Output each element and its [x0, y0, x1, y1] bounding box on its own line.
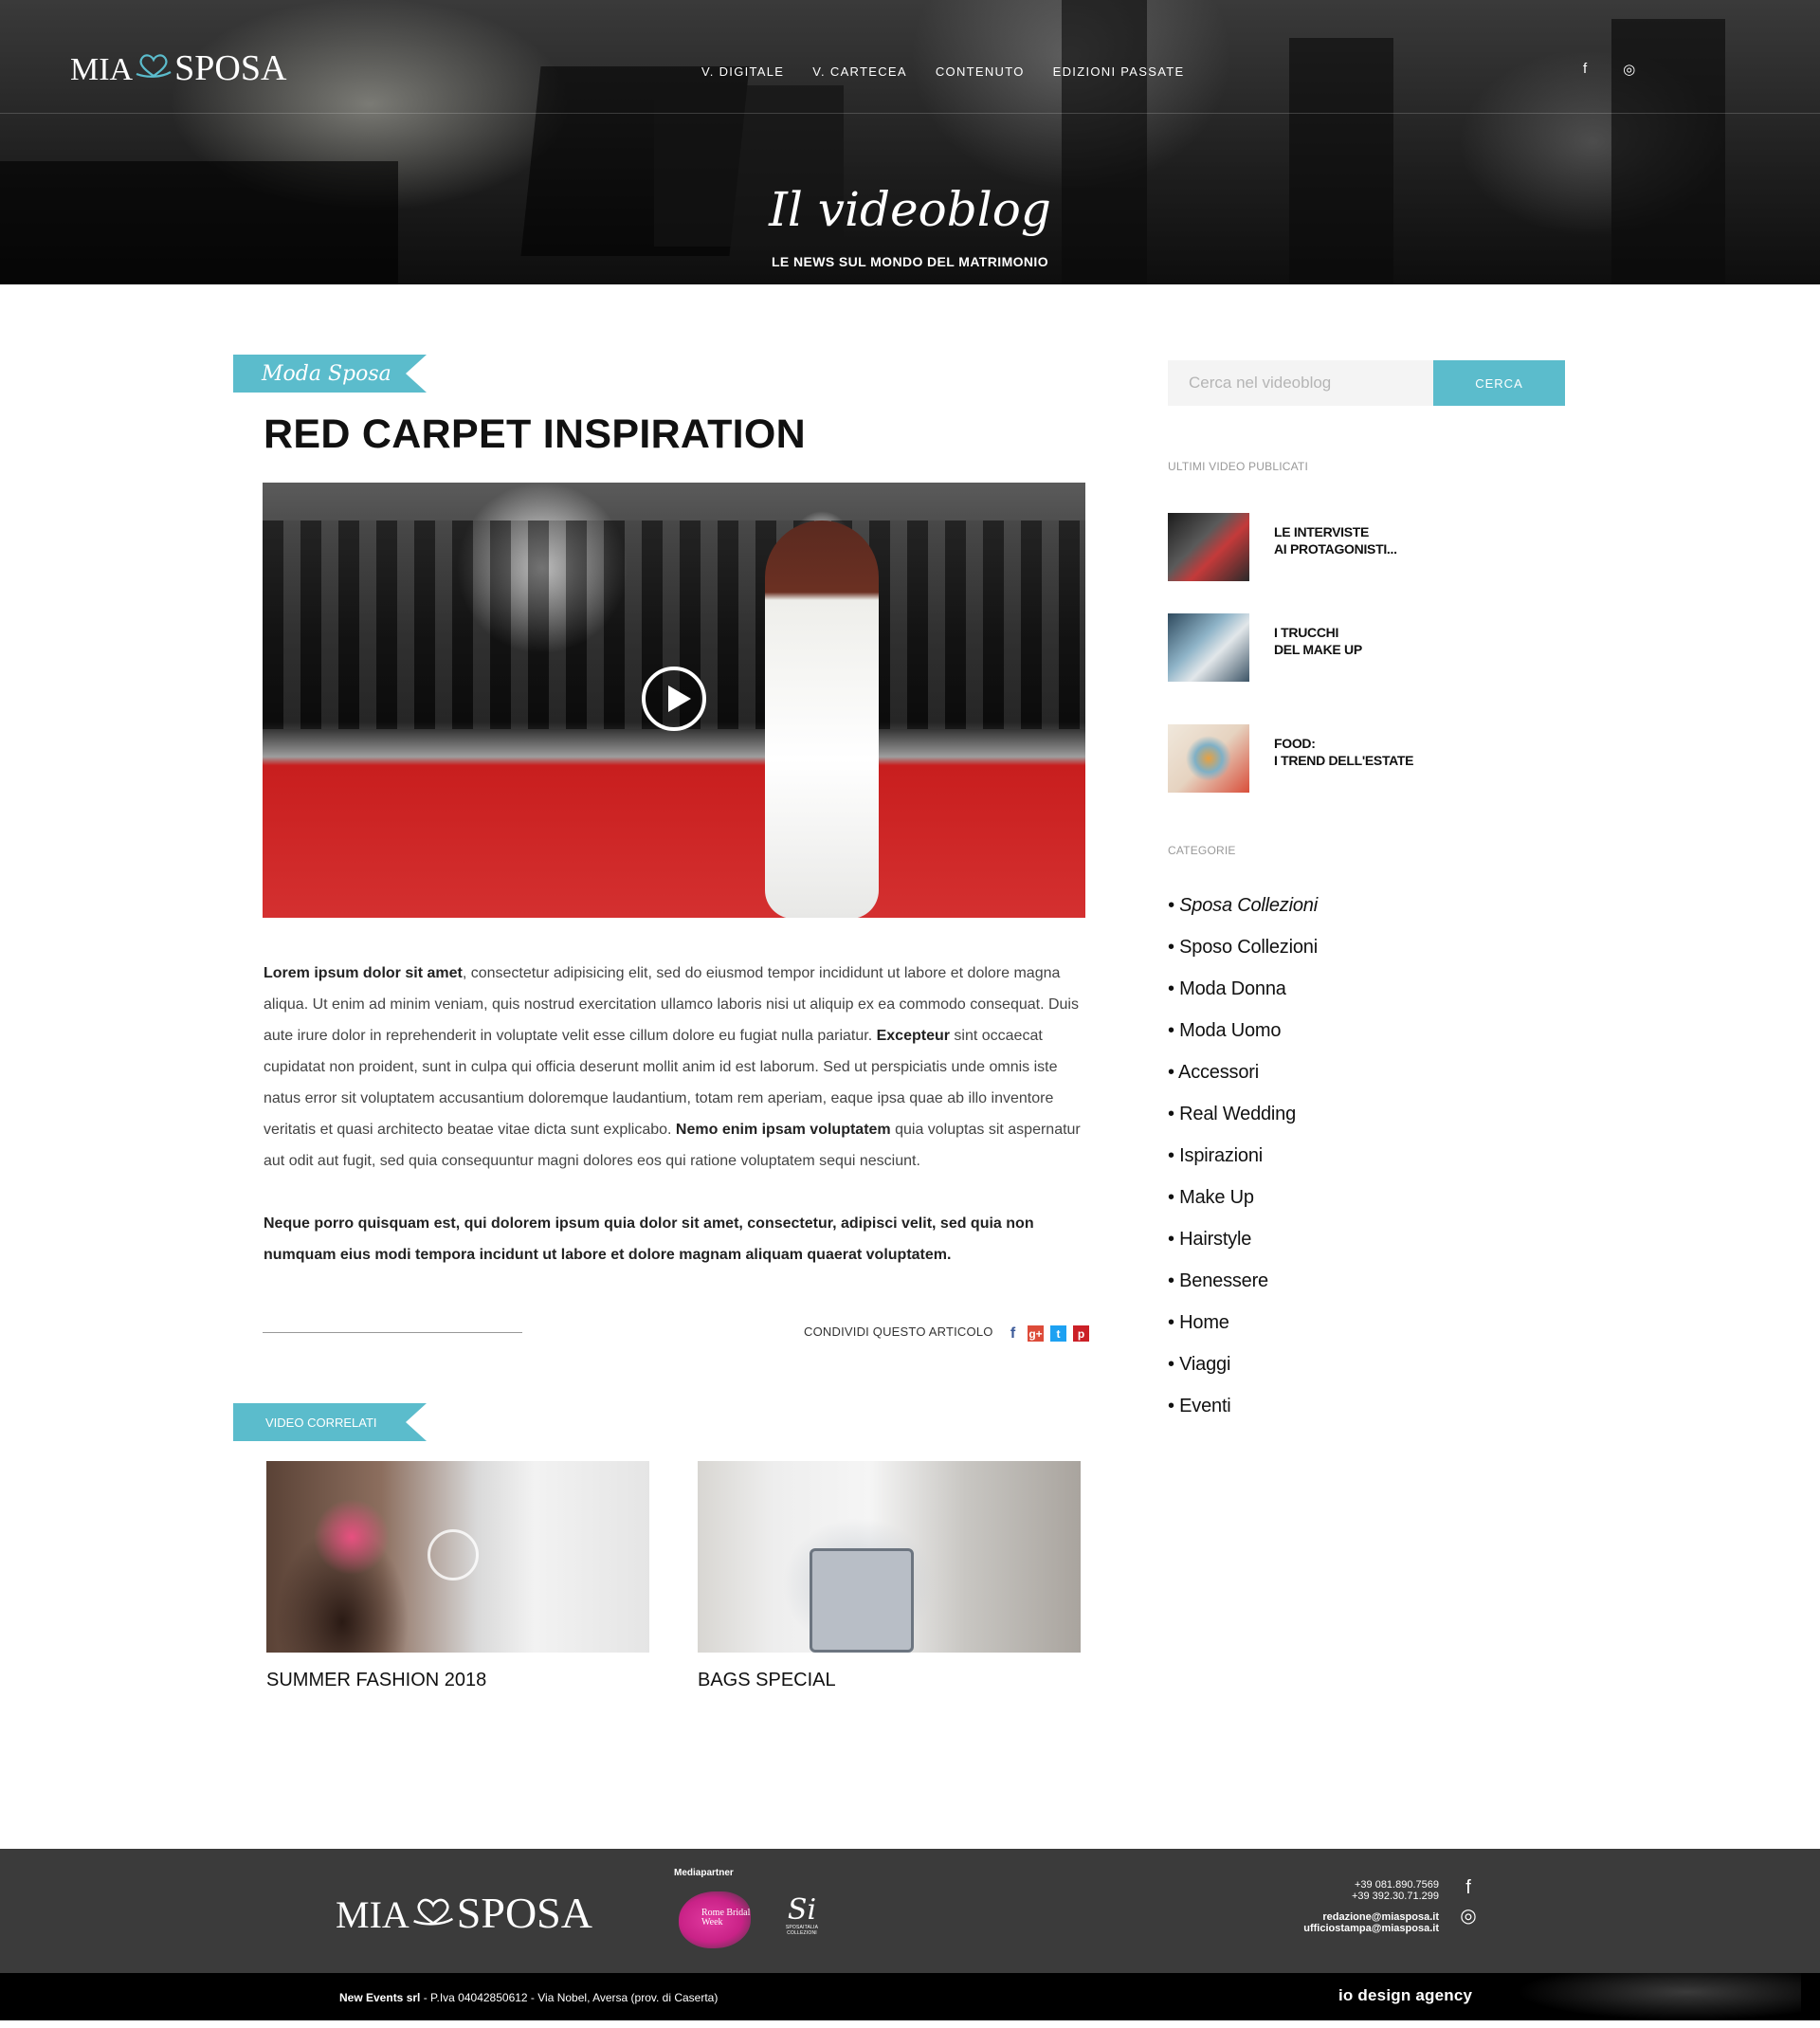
header-divider — [0, 113, 1820, 114]
partner-logo-caption: SPOSAITALIA COLLEZIONI — [785, 1925, 819, 1936]
partner-logo-mark: Si — [787, 1893, 817, 1927]
hero-silhouette — [1062, 0, 1147, 284]
footer-contacts: +39 081.890.7569 +39 392.30.71.299 redaz… — [1303, 1879, 1439, 1934]
category-item-home[interactable]: • Home — [1168, 1308, 1318, 1350]
category-item-viaggi[interactable]: • Viaggi — [1168, 1350, 1318, 1392]
related-video-card[interactable]: BAGS SPECIAL — [698, 1461, 1081, 1690]
hero-silhouette-2 — [1289, 38, 1393, 284]
category-item-moda-donna[interactable]: • Moda Donna — [1168, 975, 1318, 1016]
instagram-icon[interactable]: ◎ — [1458, 1906, 1479, 1927]
agency-glow — [1517, 1973, 1801, 2020]
pinterest-icon[interactable]: p — [1073, 1325, 1089, 1342]
latest-video-title[interactable]: LE INTERVISTE AI PROTAGONISTI... — [1274, 523, 1397, 557]
logo-sposa: SPOSA — [174, 48, 287, 88]
related-videos-ribbon: VIDEO CORRELATI — [233, 1403, 427, 1441]
share-divider — [263, 1332, 522, 1333]
page-title: Il videoblog — [769, 182, 1051, 237]
latest-video-thumbnail[interactable] — [1168, 724, 1249, 793]
media-partner-label: Mediapartner — [674, 1868, 734, 1878]
partner-logo-sposaitalia[interactable]: Si SPOSAITALIA COLLEZIONI — [773, 1896, 831, 1940]
nav-item-edizioni-passate[interactable]: EDIZIONI PASSATE — [1053, 64, 1185, 79]
email-link[interactable]: ufficiostampa@miasposa.it — [1303, 1923, 1439, 1934]
latest-video-thumbnail[interactable] — [1168, 613, 1249, 682]
site-logo[interactable]: MIA SPOSA — [70, 47, 286, 89]
phone-number[interactable]: +39 392.30.71.299 — [1303, 1891, 1439, 1902]
article-paragraph-bold: Neque porro quisquam est, qui dolorem ip… — [264, 1215, 1034, 1263]
nav-item-cartecea[interactable]: V. CARTECEA — [812, 64, 907, 79]
latest-video-title[interactable]: FOOD: I TREND DELL'ESTATE — [1274, 735, 1414, 769]
search-input[interactable] — [1168, 360, 1433, 406]
play-icon[interactable] — [428, 1529, 479, 1580]
nav-item-digitale[interactable]: V. DIGITALE — [701, 64, 784, 79]
google-plus-icon[interactable]: g+ — [1028, 1325, 1044, 1342]
page-subtitle: LE NEWS SUL MONDO DEL MATRIMONIO — [771, 254, 1049, 269]
category-item-make-up[interactable]: • Make Up — [1168, 1183, 1318, 1225]
bag-image — [810, 1548, 914, 1653]
related-video-card[interactable]: SUMMER FASHION 2018 — [266, 1461, 649, 1690]
bold-text: Lorem ipsum dolor sit amet — [264, 965, 463, 981]
category-item-ispirazioni[interactable]: • Ispirazioni — [1168, 1142, 1318, 1183]
company-details: - P.Iva 04042850612 - Via Nobel, Aversa … — [420, 1991, 719, 2004]
instagram-icon[interactable]: ◎ — [1623, 61, 1635, 78]
bottom-bar: New Events srl - P.Iva 04042850612 - Via… — [0, 1973, 1820, 2020]
phone-number[interactable]: +39 081.890.7569 — [1303, 1879, 1439, 1891]
partner-logo-rome-bridal-week[interactable]: Rome Bridal Week — [679, 1891, 751, 1948]
article-paragraph: Lorem ipsum dolor sit amet, consectetur … — [264, 958, 1086, 1177]
bold-text: Nemo enim ipsam voluptatem — [675, 1122, 891, 1138]
related-video-title[interactable]: SUMMER FASHION 2018 — [266, 1670, 486, 1691]
share-icons: f g+ t p — [1005, 1325, 1089, 1342]
share-label: CONDIVIDI QUESTO ARTICOLO — [804, 1325, 993, 1339]
category-item-sposo-collezioni[interactable]: • Sposo Collezioni — [1168, 933, 1318, 975]
related-video-thumbnail[interactable] — [698, 1461, 1081, 1653]
logo-sposa: SPOSA — [456, 1889, 592, 1937]
latest-videos-heading: ULTIMI VIDEO PUBLICATI — [1168, 460, 1308, 473]
article-title: RED CARPET INSPIRATION — [264, 411, 807, 457]
category-item-moda-uomo[interactable]: • Moda Uomo — [1168, 1016, 1318, 1058]
category-list: • Sposa Collezioni • Sposo Collezioni • … — [1168, 891, 1318, 1434]
header-social: f ◎ — [1583, 61, 1635, 78]
hero-silhouette-3 — [1611, 19, 1725, 284]
category-item-eventi[interactable]: • Eventi — [1168, 1392, 1318, 1434]
hero-banner: MIA SPOSA V. DIGITALE V. CARTECEA CONTEN… — [0, 0, 1820, 284]
category-item-accessori[interactable]: • Accessori — [1168, 1058, 1318, 1100]
main-nav: V. DIGITALE V. CARTECEA CONTENUTO EDIZIO… — [701, 64, 1184, 79]
play-icon[interactable] — [642, 667, 706, 731]
heart-logo-icon — [411, 1895, 455, 1928]
latest-video-item[interactable]: I TRUCCHI DEL MAKE UP — [1168, 613, 1471, 682]
nav-item-contenuto[interactable]: CONTENUTO — [936, 64, 1025, 79]
bold-text: Excepteur — [876, 1028, 950, 1044]
company-info: New Events srl - P.Iva 04042850612 - Via… — [339, 1991, 718, 2004]
latest-video-title[interactable]: I TRUCCHI DEL MAKE UP — [1274, 624, 1362, 658]
footer-logo[interactable]: MIA SPOSA — [336, 1888, 592, 1938]
logo-mia: MIA — [70, 52, 134, 87]
related-video-thumbnail[interactable] — [266, 1461, 649, 1653]
facebook-icon[interactable]: f — [1583, 61, 1587, 78]
category-item-real-wedding[interactable]: • Real Wedding — [1168, 1100, 1318, 1142]
video-figure — [765, 521, 879, 918]
footer: MIA SPOSA Mediapartner Rome Bridal Week … — [0, 1849, 1820, 1973]
logo-mia: MIA — [336, 1893, 410, 1936]
category-item-sposa-collezioni[interactable]: • Sposa Collezioni — [1168, 891, 1318, 933]
latest-video-item[interactable]: LE INTERVISTE AI PROTAGONISTI... — [1168, 513, 1471, 581]
facebook-icon[interactable]: f — [1458, 1877, 1479, 1898]
latest-video-thumbnail[interactable] — [1168, 513, 1249, 581]
category-item-hairstyle[interactable]: • Hairstyle — [1168, 1225, 1318, 1267]
twitter-icon[interactable]: t — [1050, 1325, 1066, 1342]
footer-social: f ◎ — [1458, 1877, 1479, 1927]
category-ribbon[interactable]: Moda Sposa — [233, 355, 427, 393]
search-button[interactable]: CERCA — [1433, 360, 1565, 406]
email-link[interactable]: redazione@miasposa.it — [1303, 1911, 1439, 1923]
latest-video-item[interactable]: FOOD: I TREND DELL'ESTATE — [1168, 724, 1471, 793]
company-name: New Events srl — [339, 1991, 421, 2004]
categories-heading: CATEGORIE — [1168, 844, 1236, 857]
agency-credit[interactable]: io design agency — [1338, 1986, 1472, 2005]
category-item-benessere[interactable]: • Benessere — [1168, 1267, 1318, 1308]
facebook-icon[interactable]: f — [1005, 1325, 1021, 1342]
related-video-title[interactable]: BAGS SPECIAL — [698, 1670, 836, 1691]
main-video[interactable] — [263, 483, 1085, 918]
heart-logo-icon — [135, 51, 173, 78]
